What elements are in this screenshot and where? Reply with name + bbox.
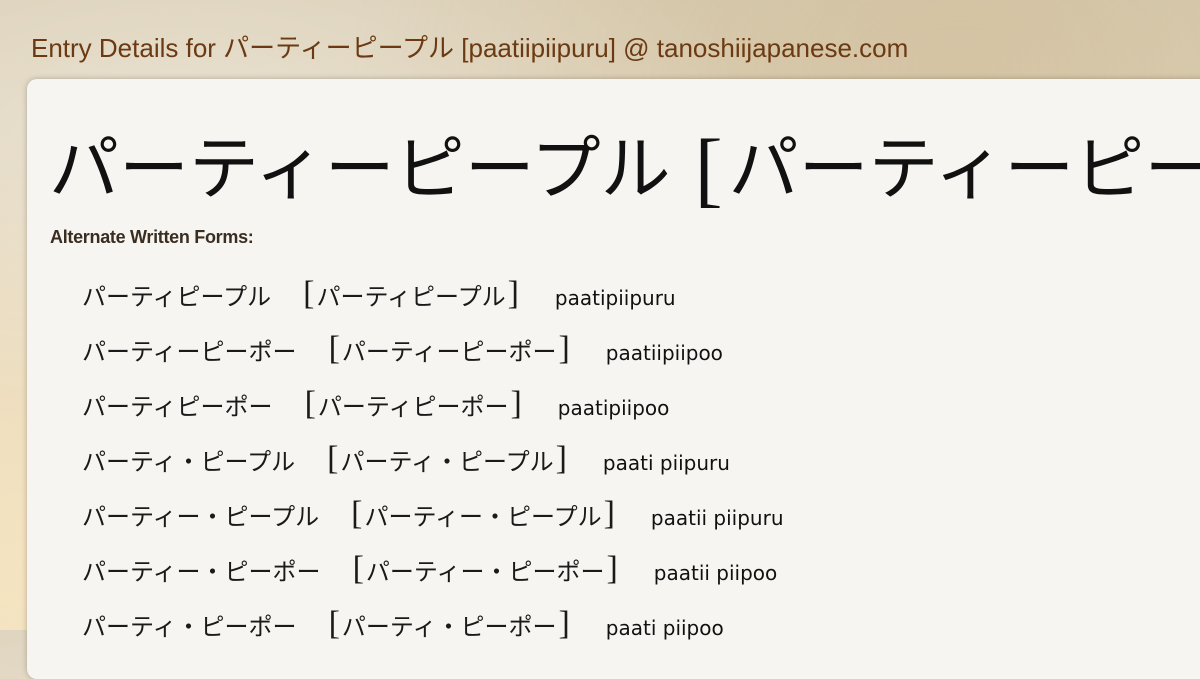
alt-form-romaji: paatipiipuru [554, 285, 676, 310]
close-bracket: ] [510, 384, 522, 422]
close-bracket: ] [558, 604, 570, 642]
alt-form-kana: パーティ・ピーポー [341, 613, 557, 641]
alt-form-kana: パーティー・ピーポー [365, 558, 605, 586]
page-header-title: Entry Details for パーティーピープル [paatiipiipu… [31, 33, 909, 63]
alt-form-kana: パーティー・ピープル [364, 503, 602, 531]
close-bracket: ] [555, 439, 567, 477]
alt-form-romaji: paatii piipoo [653, 560, 778, 585]
open-bracket: [ [303, 274, 315, 312]
open-bracket: [ [328, 604, 340, 642]
alt-form-romaji: paati piipoo [605, 615, 724, 640]
alt-form-written[interactable]: パーティー・ピープル [82, 497, 319, 532]
open-bracket: [ [352, 549, 364, 587]
entry-reading-kana: パーティーピープ [728, 128, 1200, 210]
entry-word: パーティーピープル [49, 128, 671, 210]
close-bracket: ] [603, 494, 615, 532]
list-item: パーティー・ピープル [ パーティー・ピープル ] paatii piipuru [82, 487, 784, 542]
open-bracket: [ [304, 384, 316, 422]
open-bracket: [ [328, 329, 340, 367]
open-bracket: [ [351, 494, 363, 532]
open-bracket: [ [327, 439, 339, 477]
close-bracket: ] [606, 549, 618, 587]
close-bracket: ] [507, 274, 519, 312]
alt-form-written[interactable]: パーティー・ピーポー [82, 552, 321, 587]
entry-card: パーティーピープル[パーティーピープ Alternate Written For… [27, 79, 1200, 679]
list-item: パーティ・ピーポー [ パーティ・ピーポー ] paati piipoo [82, 597, 784, 652]
alternate-forms-list: パーティピープル [ パーティピープル ] paatipiipuru パーティー… [82, 267, 784, 652]
list-item: パーティ・ピープル [ パーティ・ピープル ] paati piipuru [82, 432, 784, 487]
alt-form-written[interactable]: パーティピープル [82, 277, 271, 312]
alt-form-written[interactable]: パーティ・ピーポー [82, 607, 297, 642]
alt-form-romaji: paatipiipoo [557, 395, 670, 420]
alt-form-kana: パーティーピーポー [341, 338, 557, 366]
alternate-forms-label: Alternate Written Forms: [50, 227, 254, 247]
list-item: パーティー・ピーポー [ パーティー・ピーポー ] paatii piipoo [82, 542, 784, 597]
alt-form-kana: パーティピープル [316, 283, 506, 311]
alt-form-romaji: paatiipiipoo [605, 340, 723, 365]
entry-heading: パーティーピープル [パーティーピープ [49, 121, 1200, 216]
alt-form-written[interactable]: パーティピーポー [82, 387, 273, 422]
alt-form-written[interactable]: パーティ・ピープル [82, 442, 295, 477]
alt-form-kana: パーティピーポー [317, 393, 509, 421]
alt-form-romaji: paatii piipuru [650, 505, 784, 530]
list-item: パーティーピーポー [ パーティーピーポー ] paatiipiipoo [82, 322, 784, 377]
close-bracket: ] [558, 329, 570, 367]
list-item: パーティピーポー [ パーティピーポー ] paatipiipoo [82, 377, 784, 432]
alt-form-written[interactable]: パーティーピーポー [82, 332, 297, 367]
list-item: パーティピープル [ パーティピープル ] paatipiipuru [82, 267, 784, 322]
open-bracket: [ [694, 123, 723, 216]
alt-form-kana: パーティ・ピープル [340, 448, 554, 476]
alt-form-romaji: paati piipuru [602, 450, 730, 475]
